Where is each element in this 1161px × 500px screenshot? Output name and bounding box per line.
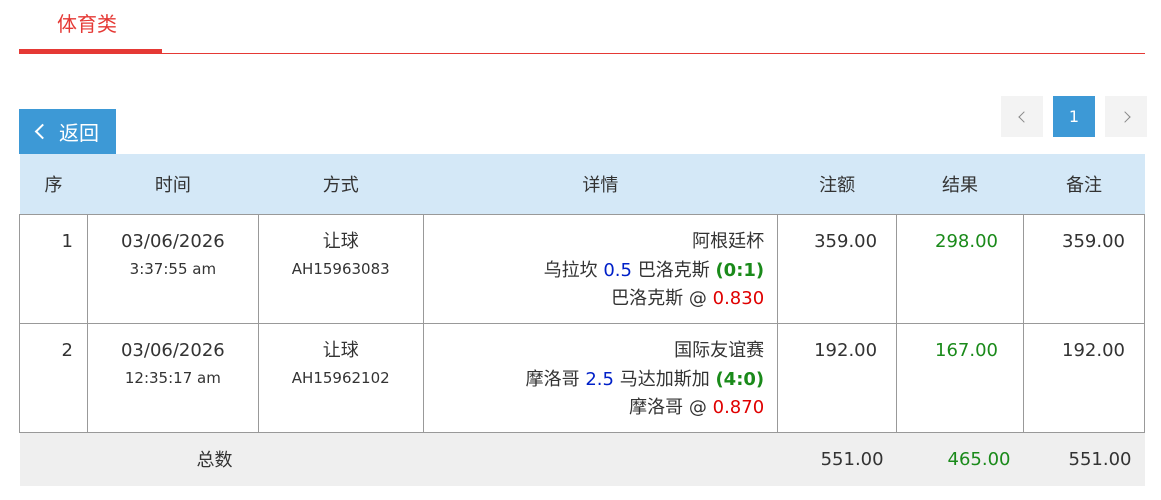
- chevron-left-icon: [1017, 110, 1030, 123]
- row-pick: 摩洛哥: [629, 396, 684, 418]
- row-handicap: 0.5: [603, 259, 632, 281]
- header-detail: 详情: [423, 154, 778, 214]
- tab-sports-label: 体育类: [57, 12, 117, 36]
- row-detail-cell: 阿根廷杯 乌拉坎 0.5 巴洛克斯 (0:1) 巴洛克斯 @ 0.830: [422, 213, 779, 324]
- totals-empty: [423, 432, 778, 486]
- row-at: @: [688, 396, 707, 418]
- row-matchup: 乌拉坎 0.5 巴洛克斯 (0:1): [424, 257, 765, 285]
- row-date: 03/06/2026: [120, 230, 225, 252]
- row-league: 国际友谊赛: [674, 339, 765, 361]
- header-result: 结果: [896, 154, 1024, 214]
- row-time: 12:35:17 am: [124, 368, 221, 387]
- row-matchup: 摩洛哥 2.5 马达加斯加 (4:0): [424, 366, 765, 394]
- row-method: 让球: [322, 339, 359, 361]
- table-header-row: 序 时间 方式 详情 注额 结果 备注: [19, 154, 1145, 214]
- row-odds: 0.870: [712, 396, 765, 418]
- row-score: (0:1): [715, 259, 765, 281]
- row-league: 阿根廷杯: [692, 230, 765, 252]
- header-time: 时间: [87, 154, 259, 214]
- row-pick-line: 巴洛克斯 @ 0.830: [424, 285, 764, 313]
- row-stake: 359.00: [777, 213, 898, 324]
- totals-label: 总数: [19, 432, 424, 486]
- totals-result: 465.00: [896, 432, 1024, 486]
- row-result: 298.00: [896, 213, 1024, 324]
- row-away-team: 巴洛克斯: [637, 259, 710, 281]
- row-odds: 0.830: [712, 287, 765, 309]
- totals-note: 551.00: [1023, 432, 1145, 486]
- chevron-right-icon: [1118, 110, 1131, 123]
- row-time: 3:37:55 am: [129, 259, 217, 278]
- tab-sports[interactable]: 体育类: [19, 0, 162, 53]
- page-button-current[interactable]: 1: [1053, 96, 1095, 137]
- row-pick-line: 摩洛哥 @ 0.870: [424, 394, 764, 422]
- row-note: 192.00: [1023, 322, 1145, 433]
- header-no: 序: [19, 154, 88, 214]
- row-score: (4:0): [715, 368, 765, 390]
- header-note: 备注: [1023, 154, 1145, 214]
- header-stake: 注额: [777, 154, 897, 214]
- row-no: 1: [19, 213, 88, 324]
- chevron-left-icon: [34, 123, 51, 140]
- row-home-team: 乌拉坎: [543, 259, 598, 281]
- row-note: 359.00: [1023, 213, 1145, 324]
- row-code: AH15963083: [291, 259, 390, 278]
- row-result: 167.00: [896, 322, 1024, 433]
- row-stake: 192.00: [777, 322, 898, 433]
- row-method-cell: 让球 AH15962102: [257, 322, 424, 433]
- totals-row: 总数 551.00 465.00 551.00: [19, 432, 1145, 486]
- tab-bar: 体育类: [19, 0, 1145, 54]
- row-away-team: 马达加斯加: [619, 368, 710, 390]
- row-home-team: 摩洛哥: [525, 368, 580, 390]
- row-method: 让球: [322, 230, 359, 252]
- next-page-button[interactable]: [1105, 96, 1147, 137]
- table-row: 1 03/06/2026 3:37:55 am 让球 AH15963083 阿根…: [19, 213, 1145, 324]
- row-detail-cell: 国际友谊赛 摩洛哥 2.5 马达加斯加 (4:0) 摩洛哥 @ 0.870: [422, 322, 779, 433]
- table-row: 2 03/06/2026 12:35:17 am 让球 AH15962102 国…: [19, 322, 1145, 433]
- back-button-label: 返回: [59, 121, 99, 145]
- row-time-cell: 03/06/2026 12:35:17 am: [86, 322, 259, 433]
- bets-table: 序 时间 方式 详情 注额 结果 备注 1 03/06/2026 3:37:55…: [19, 154, 1145, 486]
- row-method-cell: 让球 AH15963083: [257, 213, 424, 324]
- row-time-cell: 03/06/2026 3:37:55 am: [86, 213, 259, 324]
- row-handicap: 2.5: [585, 368, 614, 390]
- row-code: AH15962102: [291, 368, 390, 387]
- prev-page-button[interactable]: [1001, 96, 1043, 137]
- header-method: 方式: [258, 154, 424, 214]
- row-date: 03/06/2026: [120, 339, 225, 361]
- row-no: 2: [19, 322, 88, 433]
- totals-stake: 551.00: [777, 432, 897, 486]
- back-button[interactable]: 返回: [19, 109, 116, 154]
- pagination: 1: [1001, 96, 1157, 137]
- row-pick: 巴洛克斯: [611, 287, 684, 309]
- row-at: @: [688, 287, 707, 309]
